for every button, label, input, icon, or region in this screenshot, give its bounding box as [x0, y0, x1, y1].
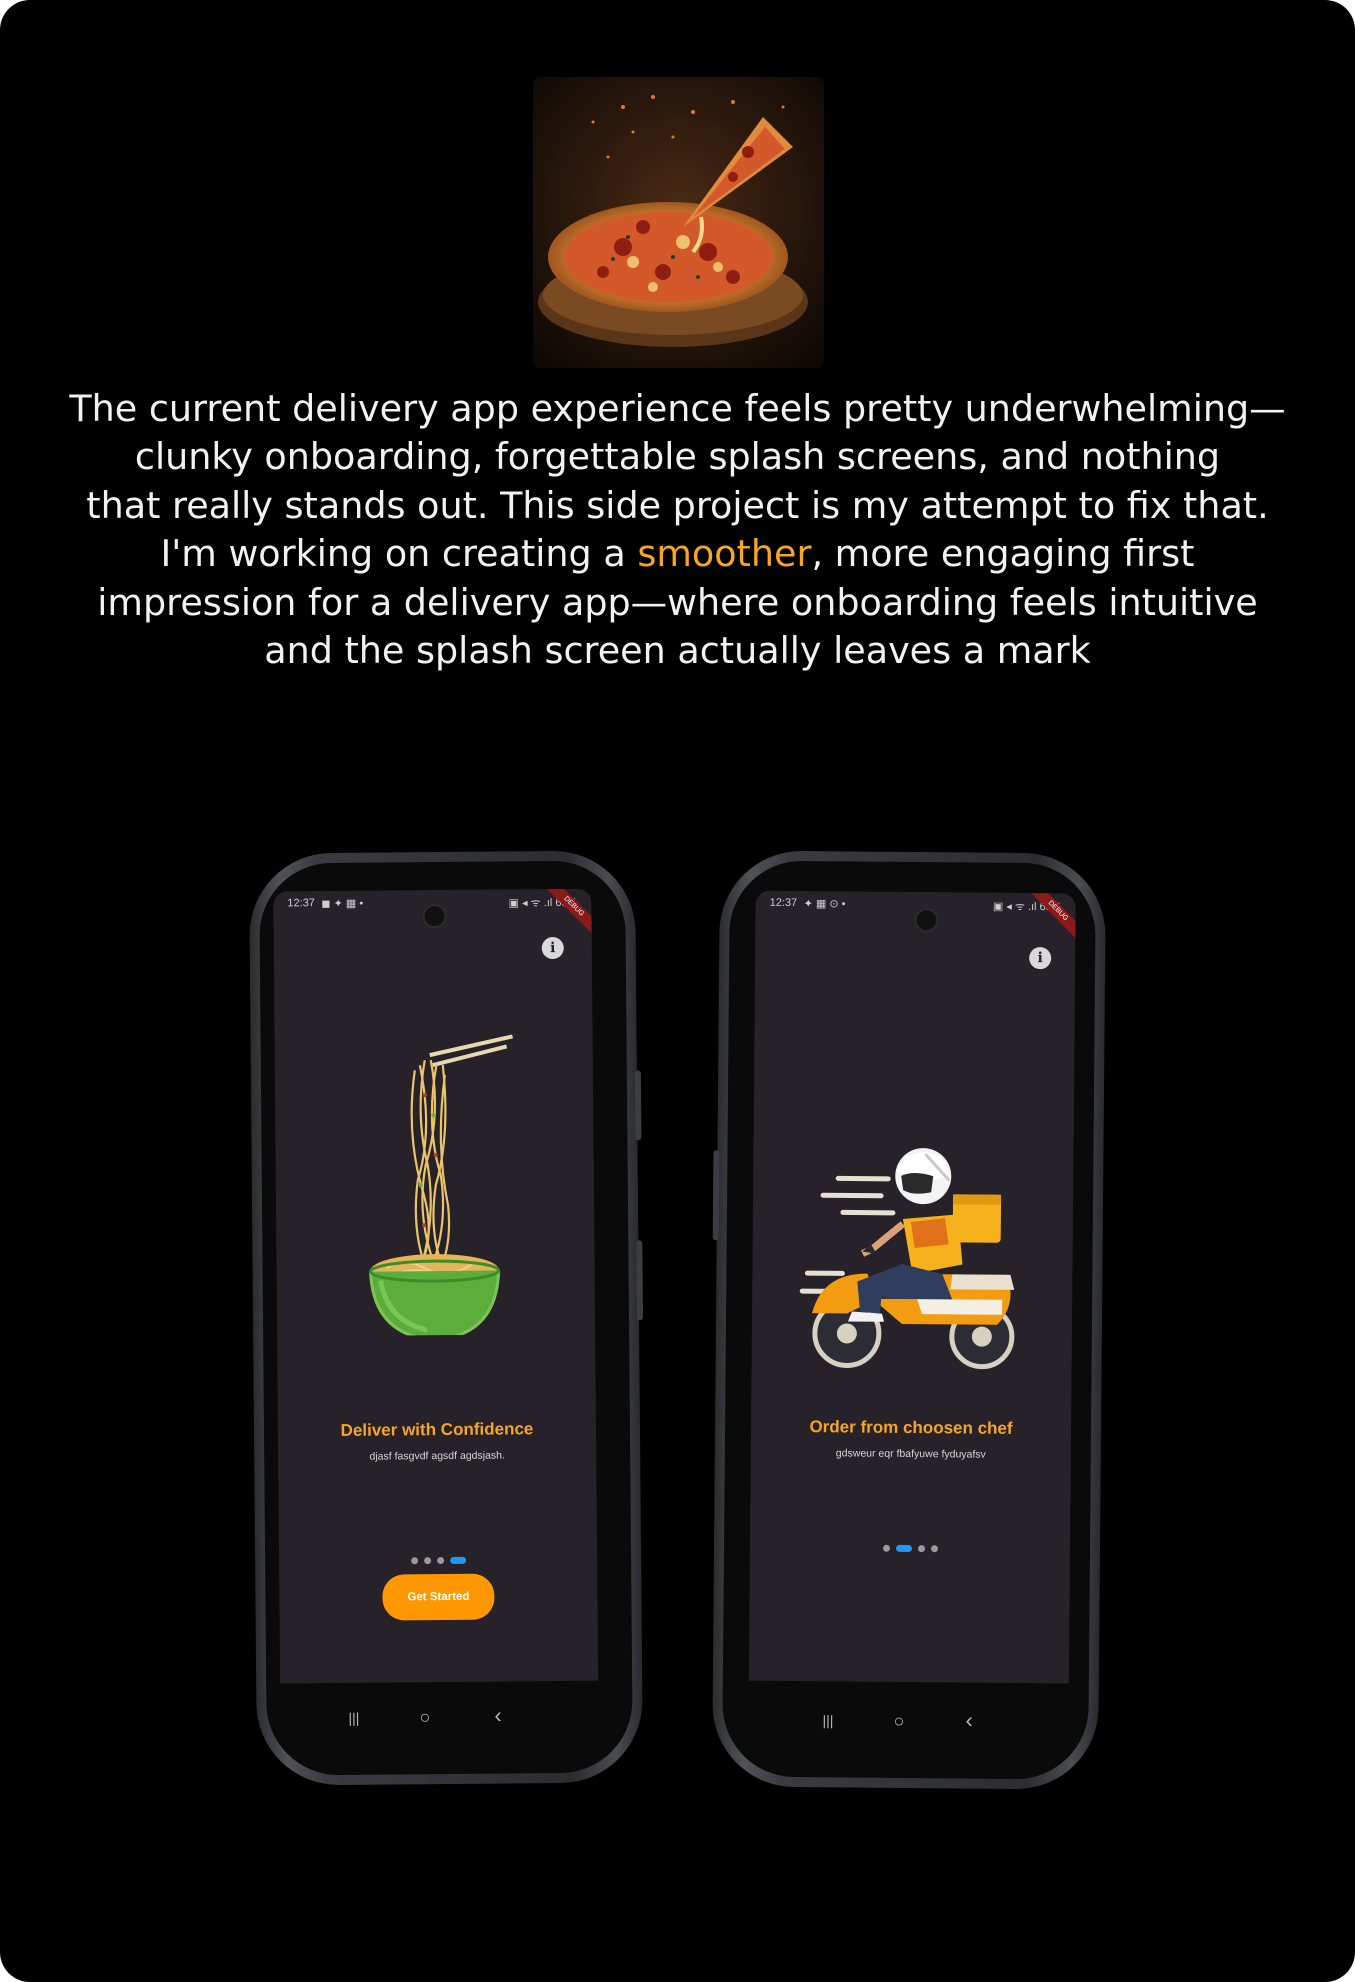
intro-line-4-start: I'm working on creating a	[160, 532, 638, 576]
status-time: 12:37	[769, 896, 798, 910]
phone-side-button	[634, 1070, 642, 1141]
phone-screen: 12:37 ✦ ▦ ⊙ • ▣ ◂ ᯤ .ıl 65% DEBUG i Orde…	[748, 890, 1076, 1684]
nav-back-button[interactable]: ‹	[965, 1708, 973, 1734]
page-dot-active[interactable]	[449, 1557, 466, 1565]
slide-title: Deliver with Confidence	[340, 1419, 534, 1440]
intro-line-1: The current delivery app experience feel…	[69, 387, 1286, 430]
front-camera	[914, 908, 939, 933]
intro-line-6: and the splash screen actually leaves a …	[264, 629, 1091, 673]
page-dot[interactable]	[882, 1545, 890, 1553]
pizza-photo	[533, 77, 824, 368]
nav-home-button[interactable]: ○	[893, 1711, 904, 1732]
slide-subtitle: djasf fasgvdf agsdf agdsjash.	[369, 1449, 505, 1463]
delivery-rider-illustration	[799, 1148, 1015, 1370]
phone-mockup-onboarding-final: 12:37 ◼ ✦ ▦ • ▣ ◂ ᯤ .ıl 65% DEBUG i Deli…	[248, 850, 644, 1786]
intro-line-5: impression for a delivery app—where onbo…	[97, 580, 1258, 624]
front-camera	[422, 903, 447, 929]
status-notification-icons: ◼ ✦ ▦ •	[321, 897, 364, 911]
get-started-button[interactable]: Get Started	[382, 1573, 495, 1621]
noodle-bowl-illustration	[369, 1034, 513, 1337]
page-dot-active[interactable]	[895, 1545, 912, 1553]
intro-line-3: that really stands out. This side projec…	[86, 483, 1269, 527]
nav-back-button[interactable]: ‹	[494, 1703, 502, 1729]
slide-title: Order from choosen chef	[809, 1417, 1013, 1438]
phone-side-button	[636, 1240, 644, 1321]
phone-mockup-onboarding-second: 12:37 ✦ ▦ ⊙ • ▣ ◂ ᯤ .ıl 65% DEBUG i Orde…	[711, 850, 1107, 1790]
android-nav-bar: ||| ○ ‹	[723, 1708, 1089, 1733]
intro-line-2: clunky onboarding, forgettable splash sc…	[134, 435, 1221, 479]
page-dot[interactable]	[410, 1557, 418, 1565]
phone-screen: 12:37 ◼ ✦ ▦ • ▣ ◂ ᯤ .ıl 65% DEBUG i Deli…	[273, 888, 599, 1684]
page-indicator	[279, 1551, 597, 1572]
page-dot[interactable]	[930, 1545, 938, 1553]
android-nav-bar: ||| ○ ‹	[266, 1703, 632, 1728]
phone-bezel: 12:37 ◼ ✦ ▦ • ▣ ◂ ᯤ .ıl 65% DEBUG i Deli…	[259, 860, 633, 1776]
page-dot[interactable]	[917, 1545, 925, 1553]
info-icon[interactable]: i	[541, 936, 564, 960]
status-bar: 12:37 ✦ ▦ ⊙ • ▣ ◂ ᯤ .ıl 65%	[756, 891, 1076, 916]
phone-bezel: 12:37 ✦ ▦ ⊙ • ▣ ◂ ᯤ .ıl 65% DEBUG i Orde…	[722, 860, 1096, 1780]
highlight-word: smoother	[637, 532, 812, 576]
page: The current delivery app experience feel…	[0, 0, 1355, 1982]
status-time: 12:37	[287, 897, 315, 910]
nav-recents-button[interactable]: |||	[348, 1710, 359, 1726]
page-dot[interactable]	[436, 1557, 444, 1565]
intro-paragraph: The current delivery app experience feel…	[40, 385, 1315, 675]
intro-line-4-end: , more engaging first	[811, 532, 1195, 576]
info-icon[interactable]: i	[1029, 947, 1052, 970]
page-indicator	[750, 1539, 1070, 1560]
phone-side-button	[712, 1150, 720, 1241]
page-dot[interactable]	[423, 1557, 431, 1565]
slide-subtitle: gdsweur eqr fbafyuwe fyduyafsv	[835, 1447, 986, 1461]
nav-home-button[interactable]: ○	[419, 1707, 430, 1728]
status-notification-icons: ✦ ▦ ⊙ •	[803, 898, 846, 911]
nav-recents-button[interactable]: |||	[822, 1712, 833, 1728]
